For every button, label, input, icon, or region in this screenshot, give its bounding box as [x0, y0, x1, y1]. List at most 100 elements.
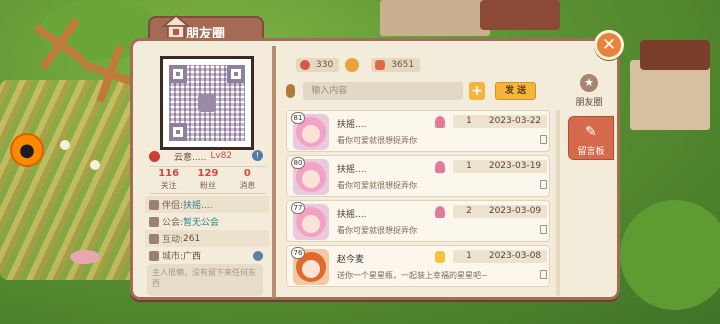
- info-value: 广西: [183, 252, 202, 262]
- rose-count-chip: 330: [296, 58, 340, 72]
- info-label: 城市:: [162, 252, 184, 262]
- message-author[interactable]: 扶摇....: [337, 207, 366, 220]
- house-roof: [480, 0, 560, 30]
- lollipop-icon: [435, 116, 445, 128]
- gift-count: 1: [453, 115, 485, 128]
- profile-name: 云意.....: [174, 152, 207, 163]
- qr-corner-marker: [227, 65, 245, 83]
- search-icon[interactable]: [345, 58, 360, 72]
- qr-code-icon: [169, 65, 245, 141]
- edit-icon: ✎: [585, 124, 597, 140]
- message-item: 76 赵今麦 1 2023-03-08 送你一个星星瓶，一起装上幸福的星星吧~: [286, 245, 550, 287]
- tab-moments[interactable]: ★ 朋友圈: [566, 68, 612, 112]
- message-date: 2023-03-09: [483, 205, 547, 218]
- message-list-scrollbar[interactable]: [556, 110, 560, 296]
- flower: [90, 160, 100, 170]
- message-list: 81 扶摇.... 1 2023-03-22 看你可爱就很想捉弄你 80 扶摇.…: [286, 110, 554, 296]
- message-input[interactable]: [303, 82, 463, 100]
- lollipop-icon: [435, 206, 445, 218]
- qr-corner-marker: [169, 65, 187, 83]
- avatar-level-badge: 81: [291, 112, 305, 124]
- thumbs-up-icon: [375, 60, 386, 70]
- message-date: 2023-03-19: [483, 160, 547, 173]
- trash-icon[interactable]: [540, 225, 547, 234]
- stat-value: 129: [197, 168, 219, 179]
- grass-patch: [620, 200, 720, 310]
- profile-info-list: 伴侣: 扶摇.... 公会: 暂无公会 互动: 261 城市: 广西: [145, 196, 269, 264]
- info-label: 互动:: [162, 235, 184, 245]
- avatar-level-badge: 76: [291, 247, 305, 259]
- wheat-field: [0, 80, 140, 280]
- microphone-icon[interactable]: [286, 84, 296, 98]
- gift-count: 1: [453, 250, 485, 263]
- info-label: 伴侣:: [162, 201, 184, 211]
- trash-icon[interactable]: [540, 135, 547, 144]
- stat-messages[interactable]: 0 消息: [228, 167, 267, 193]
- message-item: 77 扶摇.... 2 2023-03-09 看你可爱就很想捉弄你: [286, 200, 550, 242]
- flower: [70, 250, 100, 264]
- info-row-city: 城市: 广西: [145, 247, 269, 264]
- trash-icon[interactable]: [540, 270, 547, 279]
- message-author[interactable]: 扶摇....: [337, 117, 366, 130]
- message-date: 2023-03-22: [483, 115, 547, 128]
- stat-following[interactable]: 116 关注: [149, 167, 188, 193]
- info-row-partner[interactable]: 伴侣: 扶摇....: [145, 196, 269, 213]
- like-count-chip: 3651: [371, 58, 421, 72]
- info-row-guild: 公会: 暂无公会: [145, 213, 269, 230]
- message-text: 送你一个星星瓶，一起装上幸福的星星吧~: [337, 271, 488, 280]
- message-item: 81 扶摇.... 1 2023-03-22 看你可爱就很想捉弄你: [286, 110, 550, 152]
- close-button[interactable]: ✕: [594, 30, 624, 60]
- wechat-logo-icon: [198, 94, 216, 112]
- info-value: 扶摇....: [183, 201, 213, 211]
- house-roof: [640, 40, 710, 70]
- stat-followers[interactable]: 129 粉丝: [188, 167, 227, 193]
- pet-assistant-icon[interactable]: ●: [10, 133, 44, 167]
- house-wall: [630, 60, 710, 130]
- profile-level: Lv82: [210, 151, 233, 161]
- flower: [60, 140, 70, 150]
- star-icon: ★: [580, 74, 598, 92]
- info-icon[interactable]: !: [252, 150, 263, 161]
- close-icon: ✕: [601, 35, 617, 55]
- interaction-icon: [149, 233, 159, 244]
- message-text: 看你可爱就很想捉弄你: [337, 136, 417, 145]
- avatar-level-badge: 77: [291, 202, 305, 214]
- gender-badge-icon: [149, 150, 160, 162]
- stat-label: 关注: [160, 181, 177, 190]
- tab-message-board[interactable]: ✎ 留言板: [568, 116, 614, 160]
- info-label: 公会:: [162, 218, 184, 228]
- qr-code-frame[interactable]: [160, 56, 254, 150]
- house-wall: [380, 0, 490, 36]
- location-pin-icon: [149, 250, 159, 261]
- info-value: 暂无公会: [183, 218, 220, 228]
- profile-name-row: 云意..... Lv82 !: [149, 148, 269, 164]
- send-button[interactable]: 发 送: [495, 82, 536, 100]
- trash-icon[interactable]: [540, 180, 547, 189]
- stat-value: 116: [158, 168, 180, 179]
- tab-label: 朋友圈: [575, 98, 603, 108]
- gift-count: 1: [453, 160, 485, 173]
- profile-stats: 116 关注 129 粉丝 0 消息: [149, 166, 267, 194]
- stat-label: 消息: [239, 181, 256, 190]
- message-author[interactable]: 扶摇....: [337, 162, 366, 175]
- stat-label: 粉丝: [199, 181, 216, 190]
- tab-label: 留言板: [577, 147, 605, 157]
- message-date: 2023-03-08: [483, 250, 547, 263]
- profile-column: 云意..... Lv82 ! 116 关注 129 粉丝 0 消息 伴侣: 扶摇…: [141, 50, 271, 296]
- rose-icon: [300, 60, 310, 70]
- message-composer: + 发 送: [286, 82, 536, 100]
- profile-bio: 主人很懒，没有留下来任何东西: [147, 264, 263, 296]
- star-bottle-icon: [435, 251, 445, 263]
- message-item: 80 扶摇.... 1 2023-03-19 看你可爱就很想捉弄你: [286, 155, 550, 197]
- add-emoji-button[interactable]: +: [468, 82, 486, 100]
- rose-count: 330: [316, 60, 334, 70]
- column-divider: [272, 46, 276, 298]
- gift-count: 2: [453, 205, 485, 218]
- stat-value: 0: [243, 168, 251, 179]
- house-icon: [162, 15, 190, 39]
- globe-icon[interactable]: [253, 250, 263, 261]
- message-author[interactable]: 赵今麦: [337, 252, 364, 265]
- guild-icon: [149, 216, 159, 227]
- partner-icon: [149, 199, 159, 210]
- info-value: 261: [183, 233, 201, 244]
